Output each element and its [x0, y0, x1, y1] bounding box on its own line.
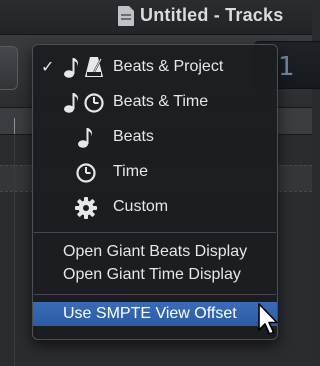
metronome-icon	[85, 57, 103, 77]
menu-item-use-smpte-view-offset[interactable]: Use SMPTE View Offset	[33, 302, 277, 326]
menu-item-label: Beats & Time	[113, 93, 209, 110]
menu-item-label: Open Giant Time Display	[63, 266, 241, 283]
menu-item-label: Custom	[113, 198, 169, 215]
menu-item-label: Use SMPTE View Offset	[63, 305, 237, 322]
checkmark-icon: ✓	[41, 57, 55, 76]
clock-icon	[84, 93, 104, 113]
menu-separator	[34, 232, 276, 233]
clock-icon	[76, 163, 96, 183]
control-bar-button[interactable]	[0, 46, 18, 90]
menu-item-label: Open Giant Beats Display	[63, 243, 248, 260]
menu-item-time[interactable]: Time	[33, 158, 277, 188]
eighth-note-icon	[78, 128, 92, 148]
window-title: Untitled - Tracks	[140, 5, 284, 25]
menu-item-beats-time[interactable]: Beats & Time	[33, 88, 277, 118]
lcd-mode-menu: ✓ Beats & Project Beats & Time Beats Tim…	[32, 44, 278, 340]
eighth-note-icon	[64, 58, 78, 78]
menu-separator	[34, 294, 276, 295]
menu-item-open-giant-time-display[interactable]: Open Giant Time Display	[33, 264, 277, 286]
menu-item-beats-project[interactable]: ✓ Beats & Project	[33, 53, 277, 83]
ruler-tick	[14, 118, 15, 134]
menu-item-custom[interactable]: Custom	[33, 193, 277, 223]
eighth-note-icon	[64, 93, 78, 113]
gear-icon	[75, 197, 97, 219]
lcd-digit: 1	[278, 52, 295, 82]
menu-item-beats[interactable]: Beats	[33, 123, 277, 153]
mouse-pointer-icon	[258, 303, 278, 335]
grid-line	[14, 135, 15, 366]
window-titlebar: Untitled - Tracks	[0, 0, 312, 35]
menu-item-open-giant-beats-display[interactable]: Open Giant Beats Display	[33, 241, 277, 263]
menu-item-label: Beats & Project	[113, 58, 224, 75]
document-icon	[118, 6, 134, 26]
menu-item-label: Beats	[113, 128, 154, 145]
menu-item-label: Time	[113, 163, 148, 180]
